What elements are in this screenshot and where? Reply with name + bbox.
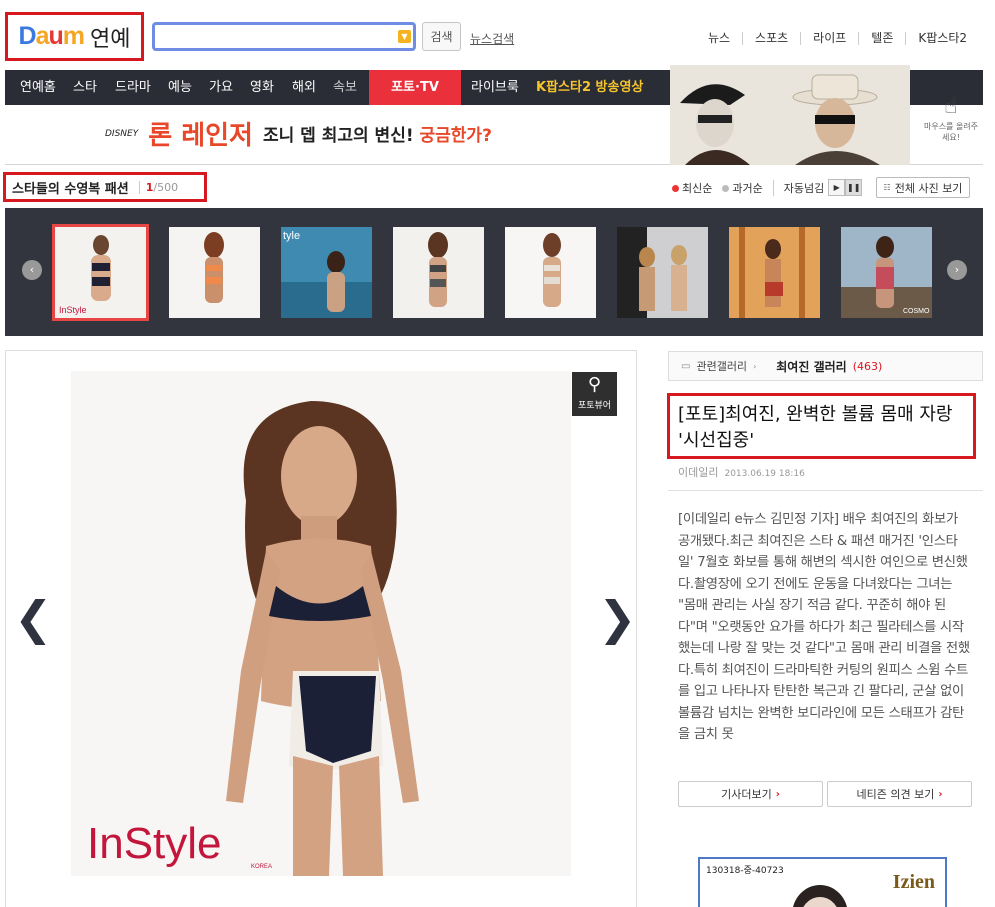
daum-logo[interactable]: Daum 연예 [5, 12, 144, 61]
pause-button-icon[interactable]: ❚❚ [845, 179, 863, 196]
thumbnail-8[interactable]: COSMO [841, 227, 932, 318]
nav-item-movie[interactable]: 영화 [250, 70, 274, 105]
nav-item-live-brook[interactable]: 라이브룩 [471, 70, 519, 105]
chevron-right-icon: › [775, 788, 780, 800]
thumbnail-2[interactable] [169, 227, 260, 318]
banner-tagline: 조니 뎁 최고의 변신! 궁금한가? [262, 126, 492, 146]
movie-banner-ad[interactable]: DISNEY 론 레인저 조니 뎁 최고의 변신! 궁금한가? ☝ 마우스를 올… [5, 65, 983, 165]
thumbnail-7[interactable] [729, 227, 820, 318]
photo-next-arrow-icon[interactable]: ❯ [598, 591, 637, 645]
svg-text:KOREA: KOREA [251, 864, 272, 870]
side-ad[interactable]: 130318-중-40723 Izien [698, 857, 947, 907]
sort-oldest[interactable]: 과거순 [722, 180, 763, 196]
thumbnail-strip: ‹ › InStyle tyle COSMO [5, 208, 983, 336]
photo-prev-arrow-icon[interactable]: ❮ [14, 591, 53, 645]
daum-logo-text: Daum [18, 22, 85, 50]
auto-play-label: 자동넘김 [772, 179, 824, 196]
related-gallery-label: 관련갤러리 [696, 360, 748, 373]
article-source: 이데일리 2013.06.19 18:16 [678, 464, 805, 480]
svg-text:COSMO: COSMO [903, 308, 930, 315]
source-link[interactable]: 이데일리 [678, 466, 718, 479]
instyle-logo: InStyle [87, 819, 222, 868]
top-link-telzone[interactable]: 텔존 [858, 32, 905, 45]
nav-item-drama[interactable]: 드라마 [115, 70, 151, 105]
top-service-links: 뉴스 스포츠 라이프 텔존 K팝스타2 [696, 32, 979, 45]
svg-text:tyle: tyle [283, 230, 300, 242]
nav-item-home[interactable]: 연예홈 [20, 70, 56, 105]
comments-button[interactable]: 네티즌 의견 보기 › [827, 781, 972, 807]
play-button-icon[interactable]: ▶ [828, 179, 846, 196]
magnifier-icon: ⚲ [587, 374, 602, 395]
hand-pointer-icon: ☝ [944, 94, 958, 119]
main-photo[interactable]: InStyle KOREA [71, 371, 571, 876]
nav-item-star[interactable]: 스타 [73, 70, 97, 105]
nav-item-breaking[interactable]: 속보 [333, 70, 357, 105]
banner-text: DISNEY 론 레인저 조니 뎁 최고의 변신! 궁금한가? [105, 115, 492, 152]
gallery-sort-controls: 최신순 과거순 자동넘김 ▶ ❚❚ [672, 179, 863, 196]
gallery-counter: 1/500 [138, 180, 178, 194]
banner-movie-title: 론 레인저 [148, 121, 253, 151]
chevron-right-icon: › [938, 788, 943, 800]
thumbnail-4[interactable] [393, 227, 484, 318]
ad-code: 130318-중-40723 [706, 866, 784, 876]
thumbnail-6[interactable] [617, 227, 708, 318]
svg-text:InStyle: InStyle [59, 305, 87, 315]
nav-item-photo-tv[interactable]: 포토·TV [369, 70, 461, 105]
nav-item-kpop-video[interactable]: K팝스타2 방송영상 [536, 70, 643, 105]
article-date: 2013.06.19 18:16 [724, 469, 805, 479]
thumbnail-1[interactable]: InStyle [52, 224, 149, 321]
search-input[interactable]: ▼ [152, 22, 416, 51]
more-article-button[interactable]: 기사더보기 › [678, 781, 823, 807]
top-link-kpopstar[interactable]: K팝스타2 [905, 32, 979, 45]
photo-viewer-button[interactable]: ⚲ 포토뷰어 [572, 372, 617, 416]
top-link-sports[interactable]: 스포츠 [742, 32, 800, 45]
strip-next-arrow-icon[interactable]: › [947, 260, 967, 280]
ad-face-image [793, 885, 847, 907]
banner-mouse-hint: ☝ 마우스를 올려주세요! [923, 94, 979, 142]
related-gallery-bar[interactable]: ▭ 관련갤러리 › 최여진 갤러리 (463) [668, 351, 983, 381]
thumbnail-5[interactable] [505, 227, 596, 318]
view-all-photos-button[interactable]: ☷ 전체 사진 보기 [876, 177, 970, 198]
gallery-icon: ▭ [681, 360, 691, 372]
top-link-life[interactable]: 라이프 [800, 32, 858, 45]
gallery-title: 스타들의 수영복 패션 1/500 [3, 172, 207, 202]
article-headline: [포토]최여진, 완벽한 볼륨 몸매 자랑 '시선집중' [667, 393, 976, 459]
radio-selected-icon [672, 185, 679, 192]
divider [668, 490, 983, 491]
sort-newest[interactable]: 최신순 [672, 180, 712, 196]
gallery-title-text: 스타들의 수영복 패션 [12, 181, 129, 197]
related-gallery-count: (463) [852, 359, 883, 373]
radio-unselected-icon [722, 185, 730, 192]
grid-icon: ☷ [883, 183, 891, 192]
chevron-right-icon: › [753, 361, 757, 371]
thumbnail-3[interactable]: tyle [281, 227, 372, 318]
search-dropdown-icon[interactable]: ▼ [398, 30, 411, 43]
related-gallery-name[interactable]: 최여진 갤러리 [776, 358, 846, 375]
nav-item-music[interactable]: 가요 [209, 70, 233, 105]
nav-item-variety[interactable]: 예능 [168, 70, 192, 105]
news-search-link[interactable]: 뉴스검색 [470, 30, 514, 47]
ad-brand: Izien [892, 871, 935, 893]
main-photo-image: InStyle KOREA [71, 371, 571, 876]
banner-disney: DISNEY [105, 128, 139, 139]
section-title: 연예 [90, 26, 131, 52]
search-button[interactable]: 검색 [422, 22, 461, 51]
photo-panel: InStyle KOREA ⚲ 포토뷰어 ❮ ❯ [5, 350, 637, 907]
strip-prev-arrow-icon[interactable]: ‹ [22, 260, 42, 280]
banner-actors-image [670, 65, 910, 165]
top-link-news[interactable]: 뉴스 [696, 32, 742, 45]
nav-item-overseas[interactable]: 해외 [292, 70, 316, 105]
article-body: [이데일리 e뉴스 김민정 기자] 배우 최여진의 화보가 공개됐다.최근 최여… [678, 512, 970, 742]
